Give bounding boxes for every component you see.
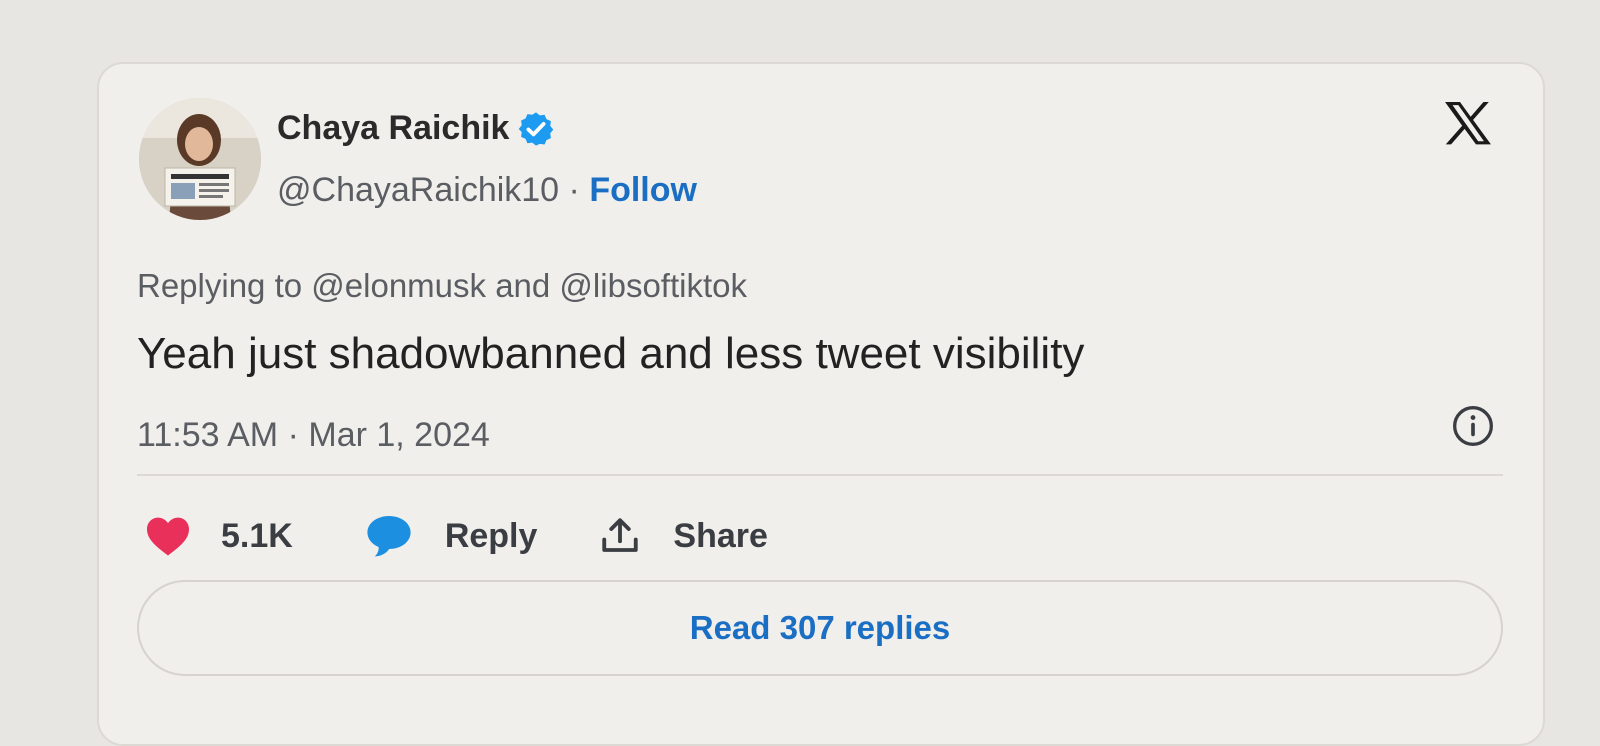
tweet-embed-card: Chaya Raichik @ChayaRaichik10 · Follow R… <box>97 62 1545 746</box>
reply-mention-elonmusk[interactable]: @elonmusk <box>311 267 486 304</box>
action-bar: 5.1K Reply Share <box>145 514 768 558</box>
share-button[interactable]: Share <box>599 515 768 557</box>
author-name-row: Chaya Raichik <box>277 109 555 148</box>
share-label: Share <box>673 516 768 555</box>
tweet-date: Mar 1, 2024 <box>308 416 490 454</box>
verified-badge-icon <box>519 111 554 146</box>
info-icon[interactable] <box>1451 404 1495 448</box>
reply-mention-libsoftiktok[interactable]: @libsoftiktok <box>559 267 747 304</box>
speech-bubble-icon <box>367 516 411 557</box>
timestamp-separator: · <box>287 416 299 454</box>
tweet-timestamp[interactable]: 11:53 AM · Mar 1, 2024 <box>137 416 490 455</box>
tweet-time: 11:53 AM <box>137 416 279 454</box>
share-upload-icon <box>602 518 639 552</box>
reply-context-conjunction: and <box>495 267 551 304</box>
handle-row: @ChayaRaichik10 · Follow <box>277 171 697 210</box>
follow-button[interactable]: Follow <box>589 171 697 209</box>
read-replies-button[interactable]: Read 307 replies <box>137 580 1503 676</box>
like-button[interactable]: 5.1K <box>145 515 365 557</box>
handle-separator: · <box>568 171 580 209</box>
avatar[interactable] <box>139 98 261 220</box>
heart-icon <box>147 517 189 556</box>
tweet-text: Yeah just shadowbanned and less tweet vi… <box>137 329 1085 378</box>
x-logo-icon[interactable] <box>1439 96 1497 154</box>
reply-button[interactable]: Reply <box>365 514 600 558</box>
avatar-image <box>139 98 261 220</box>
author-name[interactable]: Chaya Raichik <box>277 109 509 148</box>
divider <box>137 474 1503 476</box>
reply-context: Replying to @elonmusk and @libsoftiktok <box>137 267 747 305</box>
reply-label: Reply <box>444 516 538 555</box>
author-handle[interactable]: @ChayaRaichik10 <box>277 171 559 209</box>
reply-context-prefix: Replying to <box>137 267 303 304</box>
like-count: 5.1K <box>221 516 293 555</box>
